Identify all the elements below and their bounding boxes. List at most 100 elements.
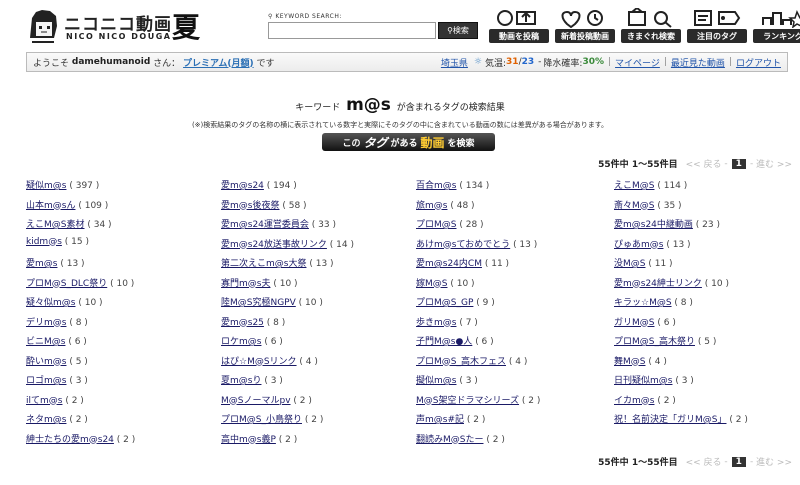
- tag-link[interactable]: 愛m@s24放送事故リンク: [221, 240, 327, 250]
- nav-ranking[interactable]: ランキング: [752, 8, 800, 43]
- tag-link[interactable]: プロM@S_GP: [416, 298, 473, 308]
- tag-link[interactable]: デリm@s: [26, 318, 66, 328]
- tag-link[interactable]: 陸M@S究極NGPV: [221, 298, 296, 308]
- tag-link[interactable]: ぴゅあm@s: [614, 240, 663, 250]
- tag-link[interactable]: プロM@S_高木祭り: [614, 337, 695, 347]
- tag-count: ( 2 ): [486, 434, 505, 445]
- rain-label: 降水確率:: [543, 58, 583, 69]
- tag-link[interactable]: 愛m@s後夜祭: [221, 201, 279, 211]
- tag-link[interactable]: 愛m@s25: [221, 318, 264, 328]
- tag-link[interactable]: 疑々似m@s: [26, 298, 75, 308]
- keyword-search: ⚲ KEYWORD SEARCH: ⚲ 検索: [268, 13, 478, 39]
- tag-link[interactable]: プロM@S_小鳥祭り: [221, 415, 302, 425]
- tag-count: ( 13 ): [666, 239, 691, 250]
- tag-link[interactable]: 愛m@s24: [221, 181, 264, 191]
- tag-link[interactable]: kidm@s: [26, 237, 62, 247]
- nav-hot-tags-label: 注目のタグ: [687, 29, 747, 43]
- tag-link[interactable]: 没M@S: [614, 259, 645, 269]
- tag-link[interactable]: 疑似m@s: [26, 181, 66, 191]
- tag-link[interactable]: ilてm@s: [26, 396, 62, 406]
- tag-item: 愛m@s後夜祭 ( 58 ): [221, 198, 416, 218]
- tag-link[interactable]: 酔いm@s: [26, 357, 66, 367]
- tag-item: 陸M@S究極NGPV ( 10 ): [221, 295, 416, 315]
- nav-upload[interactable]: 動画を投稿: [488, 8, 550, 43]
- tag-item: 酔いm@s ( 5 ): [26, 354, 221, 374]
- tag-link[interactable]: 歩きm@s: [416, 318, 456, 328]
- tag-count: ( 13 ): [60, 259, 85, 269]
- tag-link[interactable]: 第二次えこm@s大祭: [221, 259, 306, 269]
- tag-link[interactable]: 祝！名前決定「ガリM@S」: [614, 415, 726, 425]
- tag-link[interactable]: イカm@s: [614, 396, 654, 406]
- tag-link[interactable]: 愛m@s24運営委員会: [221, 220, 309, 230]
- mypage-link[interactable]: マイページ: [615, 56, 660, 69]
- tag-link[interactable]: 百合m@s: [416, 181, 456, 191]
- tag-item: プロM@S_高木フェス ( 4 ): [416, 354, 614, 374]
- tag-count: ( 3 ): [69, 376, 88, 386]
- tag-count: ( 10 ): [450, 278, 475, 289]
- tag-link[interactable]: ロゴm@s: [26, 376, 66, 386]
- nav-random-search[interactable]: きまぐれ検索: [620, 8, 682, 43]
- tag-link[interactable]: ネタm@s: [26, 415, 66, 425]
- nav-hot-tags[interactable]: 注目のタグ: [686, 8, 748, 43]
- tag-count: ( 10 ): [704, 278, 729, 289]
- tag-link[interactable]: 愛m@s24紳士リンク: [614, 279, 702, 289]
- tag-link[interactable]: 声m@s#記: [416, 415, 464, 425]
- tag-item: 翻読みM@Sたー ( 2 ): [416, 432, 614, 452]
- tag-item: 舞M@S ( 4 ): [614, 354, 796, 374]
- search-input[interactable]: [268, 22, 436, 39]
- tag-link[interactable]: 旅m@s: [416, 201, 447, 211]
- tag-link[interactable]: 寡門m@s夫: [221, 279, 270, 289]
- tag-count: ( 11 ): [484, 259, 510, 269]
- tag-count: ( 33 ): [311, 220, 336, 230]
- tag-link[interactable]: 夏m@sり: [221, 376, 261, 386]
- tag-link[interactable]: 愛m@s: [26, 259, 57, 269]
- tag-count: ( 6 ): [68, 337, 87, 347]
- tag-link[interactable]: M@S架空ドラマシリーズ: [416, 396, 519, 406]
- tag-count: ( 10 ): [273, 278, 298, 289]
- site-logo[interactable]: ニコニコ動画 NICO NICO DOUGA 夏: [26, 8, 206, 46]
- tag-link[interactable]: プロM@S_DLC祭り: [26, 279, 107, 289]
- tag-link[interactable]: 斎々M@S: [614, 201, 654, 211]
- tag-count: ( 23 ): [695, 220, 720, 230]
- membership-link[interactable]: プレミアム(月額): [183, 56, 254, 69]
- tag-link[interactable]: えこM@S素材: [26, 220, 84, 230]
- tag-link[interactable]: えこM@S: [614, 181, 654, 191]
- tag-count: ( 2 ): [293, 395, 312, 406]
- tag-link[interactable]: 愛m@s24中継動画: [614, 220, 693, 230]
- tag-link[interactable]: 日刊疑似m@s: [614, 376, 672, 386]
- tag-item: 夏m@sり ( 3 ): [221, 373, 416, 393]
- tag-link[interactable]: あけm@sておめでとう: [416, 240, 510, 250]
- tag-count: ( 15 ): [64, 236, 89, 247]
- tag-link[interactable]: 高中m@s義P: [221, 435, 276, 445]
- search-button[interactable]: ⚲ 検索: [438, 22, 478, 39]
- tag-count: ( 7 ): [459, 317, 478, 328]
- tag-link[interactable]: キラッ☆M@S: [614, 298, 672, 308]
- tag-link[interactable]: ガリM@S: [614, 318, 654, 328]
- nav-new-videos[interactable]: 新着投稿動画: [554, 8, 616, 43]
- tag-count: ( 194 ): [266, 181, 297, 191]
- tag-link[interactable]: 愛m@s24内CM: [416, 259, 482, 269]
- tag-item: 擬似m@s ( 3 ): [416, 373, 614, 393]
- tag-link[interactable]: ビニM@s: [26, 337, 65, 347]
- recent-videos-link[interactable]: 最近見た動画: [671, 56, 725, 69]
- prefecture-link[interactable]: 埼玉県: [441, 56, 468, 69]
- tag-link[interactable]: はぴ☆M@Sリンク: [221, 357, 297, 367]
- logout-link[interactable]: ログアウト: [736, 56, 781, 69]
- search-videos-with-tag-button[interactable]: この タグ がある 動画 を検索: [322, 133, 495, 151]
- tag-count: ( 134 ): [459, 181, 490, 191]
- tag-item: 愛m@s24放送事故リンク ( 14 ): [221, 237, 416, 257]
- tag-link[interactable]: プロM@S: [416, 220, 456, 230]
- tag-link[interactable]: 山本m@sん: [26, 201, 75, 211]
- tag-link[interactable]: 紳士たちの愛m@s24: [26, 435, 114, 445]
- tag-link[interactable]: 子門M@s●人: [416, 337, 472, 347]
- tag-link[interactable]: M@Sノーマルpv: [221, 396, 291, 406]
- tag-link[interactable]: プロM@S_高木フェス: [416, 357, 506, 367]
- tag-link[interactable]: 舞M@S: [614, 357, 645, 367]
- tag-link[interactable]: 嫁M@S: [416, 279, 447, 289]
- tag-link[interactable]: 翻読みM@Sたー: [416, 435, 483, 445]
- tag-link[interactable]: ロケm@s: [221, 337, 261, 347]
- tag-item: 愛m@s24中継動画 ( 23 ): [614, 217, 796, 237]
- result-count: 55件中 1〜55件目: [598, 160, 678, 170]
- tag-link[interactable]: 擬似m@s: [416, 376, 456, 386]
- tag-item: ぴゅあm@s ( 13 ): [614, 237, 796, 257]
